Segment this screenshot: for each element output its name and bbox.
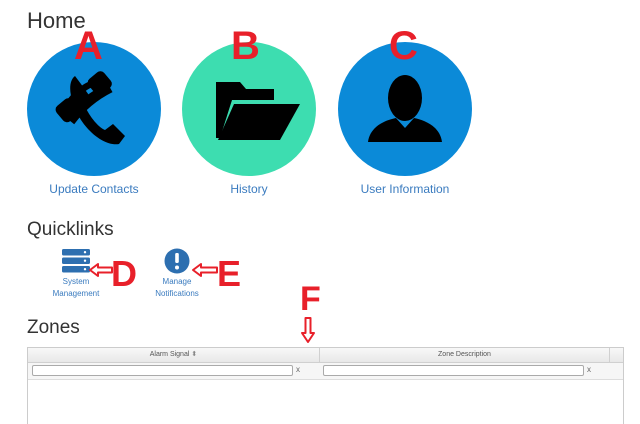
annotation-marker-c: C	[389, 24, 418, 68]
alarm-signal-header-label[interactable]: Alarm Signal	[150, 351, 190, 358]
history-label[interactable]: History	[179, 182, 319, 196]
system-management-label-line2[interactable]: Management	[53, 289, 100, 298]
annotation-arrow-f	[301, 317, 315, 343]
update-contacts-label[interactable]: Update Contacts	[24, 182, 164, 196]
zone-description-filter-input[interactable]	[323, 365, 584, 376]
alarm-signal-filter-input[interactable]	[32, 365, 293, 376]
annotation-arrow-e	[192, 263, 218, 277]
annotation-marker-f: F	[300, 280, 321, 318]
system-management-label[interactable]: System Management	[40, 276, 112, 299]
server-icon	[62, 249, 90, 273]
zones-filter-row: x x	[28, 363, 623, 380]
exclamation-circle-icon	[164, 248, 190, 274]
manage-notifications-label-line1[interactable]: Manage	[163, 277, 192, 286]
user-information-label[interactable]: User Information	[335, 182, 475, 196]
annotation-marker-a: A	[74, 24, 103, 68]
zone-description-header-label[interactable]: Zone Description	[438, 351, 491, 358]
system-management-label-line1[interactable]: System	[63, 277, 90, 286]
annotation-marker-e: E	[217, 253, 242, 294]
column-header-alarm-signal[interactable]: Alarm Signal ⬍	[28, 348, 320, 362]
zones-heading: Zones	[27, 317, 80, 338]
column-header-zone-description[interactable]: Zone Description	[320, 348, 610, 362]
zones-grid: Alarm Signal ⬍ Zone Description x x	[27, 347, 624, 424]
annotation-marker-d: D	[111, 253, 137, 294]
quicklinks-heading: Quicklinks	[27, 219, 114, 240]
alarm-signal-filter-clear-icon[interactable]: x	[296, 366, 300, 374]
manage-notifications-label-line2[interactable]: Notifications	[155, 289, 199, 298]
zones-grid-header: Alarm Signal ⬍ Zone Description	[28, 348, 623, 363]
page: Home Update Contacts History User Inform…	[0, 0, 640, 424]
sort-icon[interactable]: ⬍	[191, 351, 197, 358]
annotation-marker-b: B	[231, 24, 260, 68]
manage-notifications-label[interactable]: Manage Notifications	[146, 276, 208, 299]
zone-description-filter-clear-icon[interactable]: x	[587, 366, 591, 374]
